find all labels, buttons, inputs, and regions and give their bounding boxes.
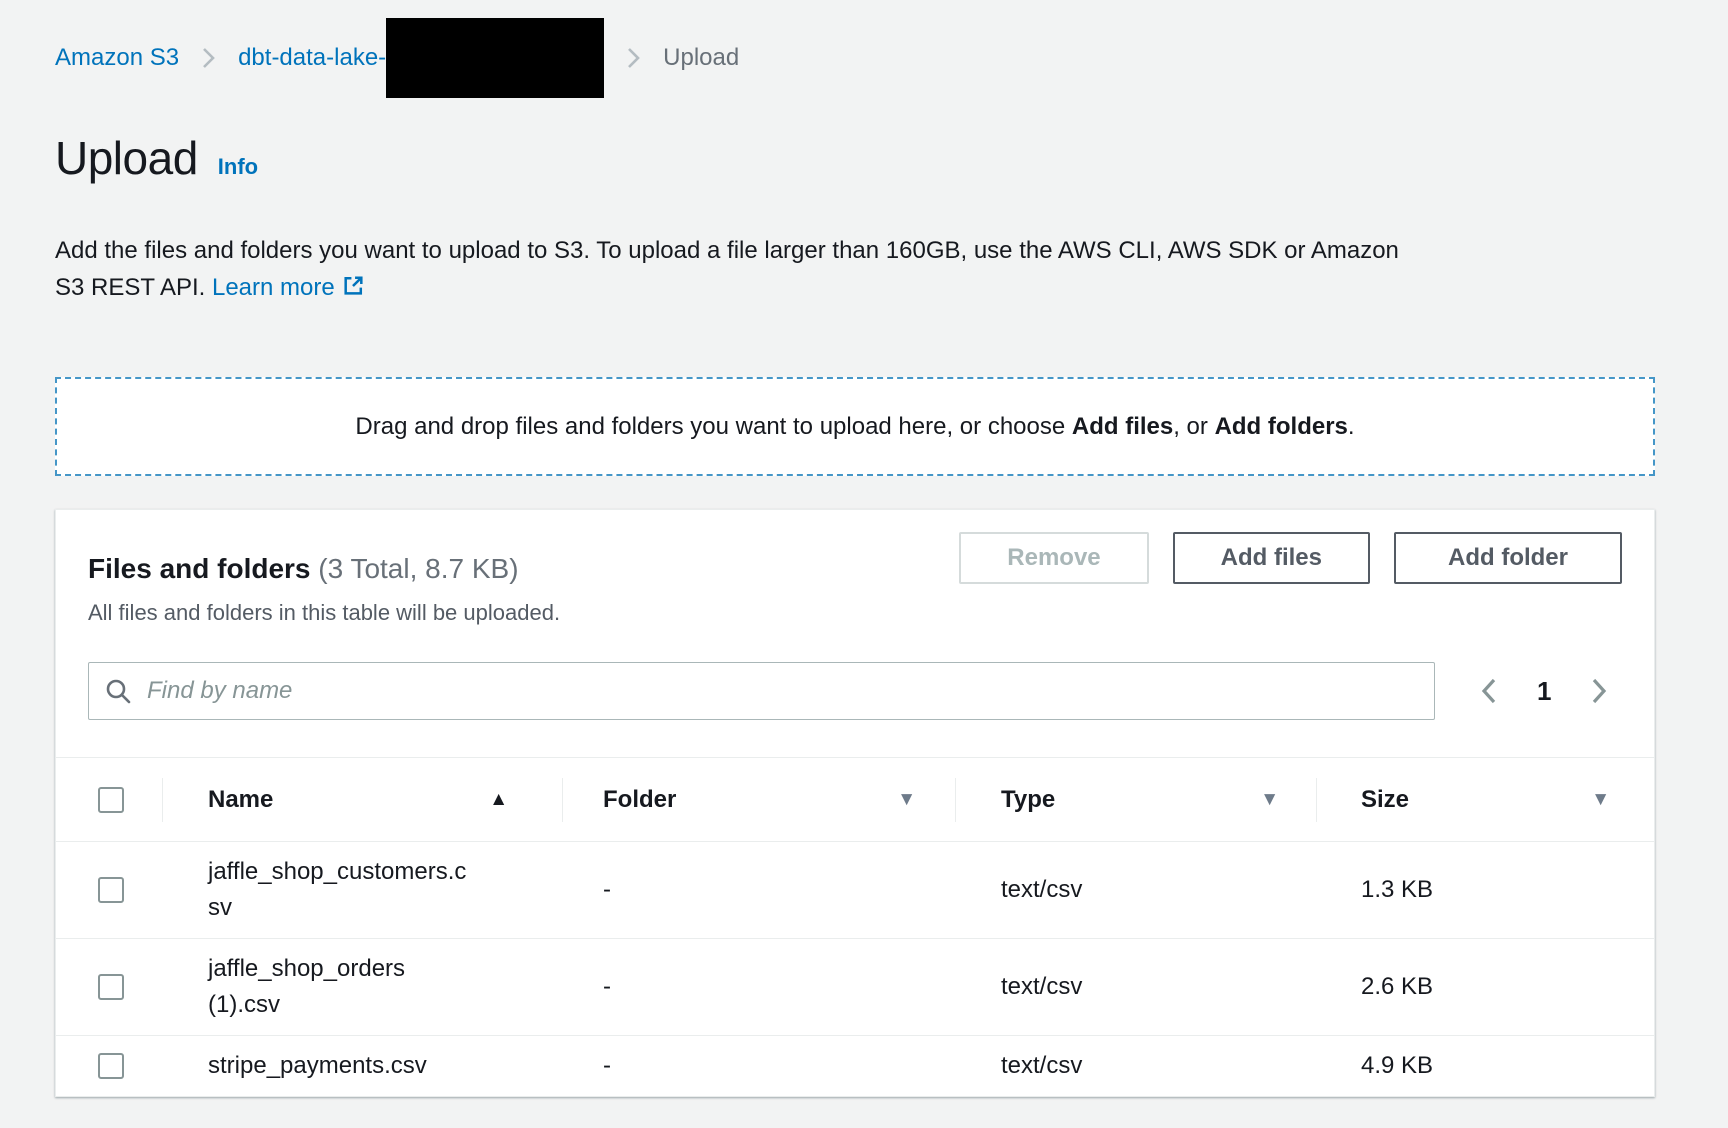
filter-icon[interactable]: ▼: [1591, 789, 1610, 811]
drag-and-drop-zone[interactable]: Drag and drop files and folders you want…: [55, 377, 1655, 476]
table-row: jaffle_shop_customers.csv - text/csv 1.3…: [56, 841, 1654, 938]
file-type: text/csv: [956, 1048, 1317, 1084]
files-and-folders-panel: Files and folders (3 Total, 8.7 KB) All …: [55, 509, 1655, 1097]
table-row: stripe_payments.csv - text/csv 4.9 KB: [56, 1035, 1654, 1096]
info-link[interactable]: Info: [218, 154, 258, 180]
breadcrumb: Amazon S3 dbt-data-lake- Upload: [55, 0, 1655, 98]
page-header: Upload Info: [55, 130, 1655, 186]
breadcrumb-chevron-icon: [201, 44, 216, 72]
row-checkbox[interactable]: [98, 877, 124, 903]
pagination: 1: [1479, 675, 1609, 707]
breadcrumb-link-amazon-s3[interactable]: Amazon S3: [55, 44, 179, 72]
file-name: stripe_payments.csv: [208, 1048, 473, 1084]
panel-subtitle: All files and folders in this table will…: [88, 600, 1622, 626]
pagination-next-button[interactable]: [1589, 675, 1609, 707]
search-row: 1: [88, 662, 1622, 720]
remove-button[interactable]: Remove: [959, 532, 1148, 584]
column-header-type[interactable]: Type ▼: [956, 758, 1317, 842]
file-folder: -: [563, 1048, 956, 1084]
page-description: Add the files and folders you want to up…: [55, 232, 1655, 309]
sort-ascending-icon[interactable]: ▲: [489, 789, 508, 811]
filter-icon[interactable]: ▼: [897, 789, 916, 811]
pagination-current-page[interactable]: 1: [1537, 676, 1551, 707]
file-size: 2.6 KB: [1317, 969, 1654, 1005]
panel-count-summary: (3 Total, 8.7 KB): [318, 553, 518, 584]
description-line2: S3 REST API.: [55, 274, 205, 301]
file-name: jaffle_shop_customers.csv: [208, 854, 473, 926]
page-title: Upload: [55, 130, 198, 186]
column-header-size[interactable]: Size ▼: [1317, 758, 1654, 842]
file-folder: -: [563, 872, 956, 908]
learn-more-link[interactable]: Learn more: [212, 274, 335, 301]
pagination-prev-button[interactable]: [1479, 675, 1499, 707]
redacted-bucket-name: [386, 18, 604, 98]
select-all-checkbox[interactable]: [98, 787, 124, 813]
row-checkbox[interactable]: [98, 974, 124, 1000]
search-box: [88, 662, 1435, 720]
table-row: jaffle_shop_orders (1).csv - text/csv 2.…: [56, 938, 1654, 1035]
header-select-all-cell: [56, 758, 163, 842]
file-folder: -: [563, 969, 956, 1005]
dropzone-text: Drag and drop files and folders you want…: [355, 413, 1354, 441]
panel-actions: Remove Add files Add folder: [959, 532, 1622, 584]
description-line1: Add the files and folders you want to up…: [55, 237, 1399, 264]
search-input[interactable]: [88, 662, 1435, 720]
external-link-icon: [341, 272, 366, 309]
files-table: Name ▲ Folder ▼ Type ▼ Size ▼ jaffl: [56, 757, 1654, 1096]
table-header-row: Name ▲ Folder ▼ Type ▼ Size ▼: [56, 757, 1654, 841]
search-icon: [104, 677, 132, 710]
breadcrumb-current: Upload: [663, 44, 739, 72]
file-type: text/csv: [956, 969, 1317, 1005]
file-size: 1.3 KB: [1317, 872, 1654, 908]
filter-icon[interactable]: ▼: [1260, 789, 1279, 811]
panel-header: Files and folders (3 Total, 8.7 KB) All …: [56, 510, 1654, 626]
file-size: 4.9 KB: [1317, 1048, 1654, 1084]
breadcrumb-chevron-icon: [626, 44, 641, 72]
row-checkbox[interactable]: [98, 1053, 124, 1079]
add-files-button[interactable]: Add files: [1173, 532, 1370, 584]
column-header-folder[interactable]: Folder ▼: [563, 758, 956, 842]
add-folder-button[interactable]: Add folder: [1394, 532, 1622, 584]
s3-upload-page: Amazon S3 dbt-data-lake- Upload Upload I…: [0, 0, 1728, 1128]
panel-title-text: Files and folders: [88, 553, 311, 584]
breadcrumb-link-bucket[interactable]: dbt-data-lake-: [238, 44, 386, 72]
column-header-name[interactable]: Name ▲: [163, 758, 563, 842]
file-type: text/csv: [956, 872, 1317, 908]
file-name: jaffle_shop_orders (1).csv: [208, 951, 473, 1023]
